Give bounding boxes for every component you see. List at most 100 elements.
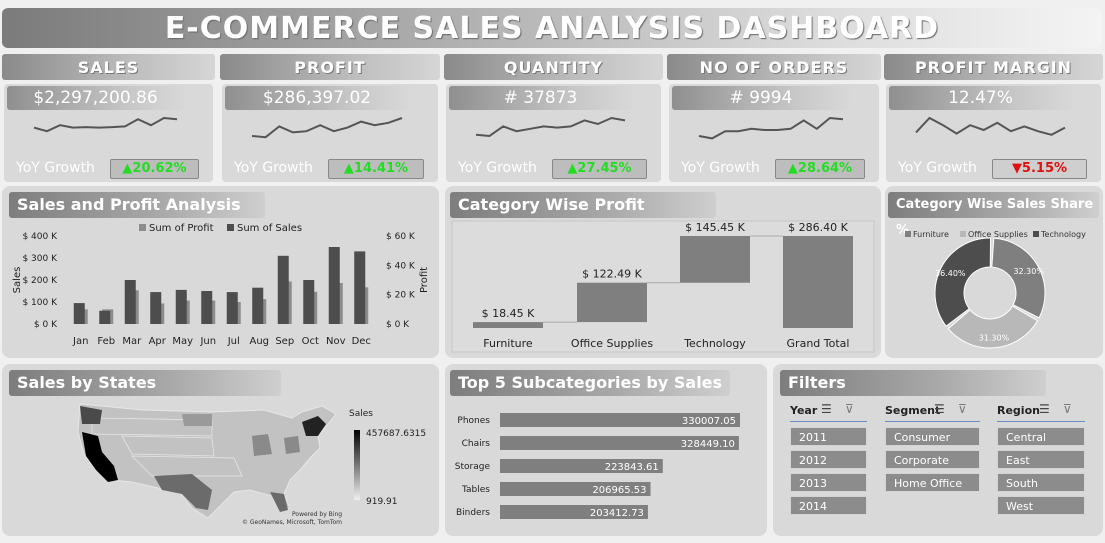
multi-select-icon[interactable]: ☰ bbox=[1039, 402, 1050, 416]
sales-bar-Jun bbox=[201, 291, 213, 324]
subcat-label-Storage: Storage bbox=[455, 462, 491, 472]
kpi-header-3: NO OF ORDERS bbox=[667, 54, 881, 80]
kpi-yoy-value-4: ▼5.15% bbox=[992, 159, 1087, 179]
map-legend-title: Sales bbox=[349, 409, 373, 419]
waterfall-bar-1 bbox=[577, 282, 647, 323]
filter-item-segment-home-office[interactable]: Home Office bbox=[885, 473, 980, 492]
left-tick-0: $ 400 K bbox=[22, 232, 58, 242]
kpi-value-3: # 9994 bbox=[672, 86, 850, 110]
kpi-sparkline-2 bbox=[475, 116, 626, 138]
clear-filter-icon[interactable]: ⊽ bbox=[958, 402, 967, 416]
subcategories-chart: Phones 330007.05 Chairs 328449.10 Storage 223… bbox=[455, 413, 740, 519]
clear-filter-icon[interactable]: ⊽ bbox=[1063, 402, 1072, 416]
sales-bar-Mar bbox=[124, 280, 136, 324]
sparkline-path-3 bbox=[698, 116, 844, 140]
map-legend-min: 919.91 bbox=[366, 497, 398, 507]
pie-slice-0 bbox=[991, 237, 1046, 319]
sparkline-path-0 bbox=[33, 116, 178, 133]
kpi-header-0: SALES bbox=[2, 54, 215, 80]
category-profit-title: Category Wise Profit bbox=[450, 192, 716, 218]
clear-filter-icon[interactable]: ⊽ bbox=[845, 402, 854, 416]
month-label-Jul: Jul bbox=[227, 336, 240, 347]
map-credit-geo: © GeoNames, Microsoft, TomTom bbox=[242, 519, 342, 526]
pie-legend-swatch-1 bbox=[960, 231, 966, 237]
filter-header-divider bbox=[885, 421, 980, 422]
subcat-value-Storage: 223843.61 bbox=[605, 462, 659, 473]
kpi-value-0: $2,297,200.86 bbox=[7, 86, 184, 110]
month-label-Apr: Apr bbox=[149, 336, 167, 347]
subcat-label-Phones: Phones bbox=[457, 416, 490, 426]
right-tick-1: $ 40 K bbox=[386, 261, 416, 271]
subcat-value-Chairs: 328449.10 bbox=[681, 439, 735, 450]
filter-item-year-2014[interactable]: 2014 bbox=[790, 496, 867, 515]
kpi-yoy-value-0: ▲20.62% bbox=[110, 159, 199, 179]
filter-item-region-south[interactable]: South bbox=[997, 473, 1085, 492]
kpi-sparkline-3 bbox=[698, 116, 844, 140]
sales-bar-Sep bbox=[277, 255, 289, 324]
subcat-value-Phones: 330007.05 bbox=[682, 416, 736, 427]
waterfall-bar-0 bbox=[473, 322, 543, 328]
kpi-value-1: $286,397.02 bbox=[225, 86, 409, 110]
waterfall-category-0: Furniture bbox=[483, 337, 533, 350]
filters-title: Filters bbox=[780, 370, 1046, 396]
waterfall-value-3: $ 286.40 K bbox=[788, 221, 848, 234]
sales-bar-Jan bbox=[73, 303, 85, 324]
filter-header-segment: Segment bbox=[885, 404, 941, 417]
legend-profit: Sum of Profit bbox=[149, 223, 214, 234]
filter-header-year: Year bbox=[790, 404, 818, 417]
filter-item-year-2012[interactable]: 2012 bbox=[790, 450, 867, 469]
pie-legend-swatch-0 bbox=[905, 231, 911, 237]
states-title: Sales by States bbox=[9, 370, 281, 396]
multi-select-icon[interactable]: ☰ bbox=[934, 402, 945, 416]
kpi-sparkline-0 bbox=[33, 116, 178, 133]
us-map[interactable]: Sales 457687.6315 919.91 Powered by Bing… bbox=[2, 396, 439, 536]
right-tick-2: $ 20 K bbox=[386, 291, 416, 301]
filter-item-region-central[interactable]: Central bbox=[997, 427, 1085, 446]
right-tick-3: $ 0 K bbox=[386, 320, 410, 330]
category-share-chart: Furniture Office Supplies Technology 32.30… bbox=[905, 230, 1086, 349]
sales-bar-Jul bbox=[226, 292, 238, 324]
kpi-yoy-label-1: YoY Growth bbox=[234, 160, 313, 176]
sales-bar-Aug bbox=[252, 287, 264, 324]
filter-item-year-2011[interactable]: 2011 bbox=[790, 427, 867, 446]
pie-value-2: 36.40% bbox=[935, 269, 966, 278]
kpi-header-4: PROFIT MARGIN bbox=[884, 54, 1103, 80]
filter-item-segment-consumer[interactable]: Consumer bbox=[885, 427, 980, 446]
filter-item-segment-corporate[interactable]: Corporate bbox=[885, 450, 980, 469]
month-label-Aug: Aug bbox=[249, 336, 269, 347]
filter-item-region-east[interactable]: East bbox=[997, 450, 1085, 469]
filter-item-year-2013[interactable]: 2013 bbox=[790, 473, 867, 492]
legend-swatch-sales bbox=[227, 224, 234, 231]
filter-header-divider bbox=[790, 421, 867, 422]
map-state-florida bbox=[270, 492, 288, 512]
subcategories-title: Top 5 Subcategories by Sales bbox=[450, 370, 730, 396]
filter-item-region-west[interactable]: West bbox=[997, 496, 1085, 515]
multi-select-icon[interactable]: ☰ bbox=[821, 402, 832, 416]
pie-legend-0: Furniture bbox=[913, 230, 949, 239]
month-label-Jan: Jan bbox=[72, 336, 88, 347]
map-credit-bing: Powered by Bing bbox=[292, 511, 342, 518]
waterfall-bar-2 bbox=[680, 236, 750, 283]
month-label-Oct: Oct bbox=[302, 336, 319, 347]
kpi-yoy-label-0: YoY Growth bbox=[16, 160, 95, 176]
left-tick-3: $ 100 K bbox=[22, 298, 58, 308]
category-profit-chart: $ 18.45 K Furniture $ 122.49 K Office Suppl… bbox=[451, 220, 875, 353]
waterfall-category-2: Technology bbox=[683, 337, 746, 350]
kpi-sparkline-4 bbox=[915, 116, 1066, 136]
sparkline-path-1 bbox=[251, 117, 403, 139]
month-label-Dec: Dec bbox=[352, 336, 371, 347]
subcat-label-Tables: Tables bbox=[461, 485, 490, 495]
sparkline-path-2 bbox=[475, 116, 626, 138]
subcat-label-Chairs: Chairs bbox=[462, 439, 491, 449]
pie-value-0: 32.30% bbox=[1013, 267, 1044, 276]
sales-bar-Feb bbox=[99, 310, 111, 324]
dashboard-title: E-COMMERCE SALES ANALYSIS DASHBOARD bbox=[2, 8, 1102, 48]
sales-bar-May bbox=[175, 289, 187, 324]
kpi-value-2: # 37873 bbox=[449, 86, 632, 110]
month-label-Feb: Feb bbox=[97, 336, 115, 347]
subcat-label-Binders: Binders bbox=[456, 508, 490, 518]
pie-legend-2: Technology bbox=[1040, 230, 1086, 239]
waterfall-value-2: $ 145.45 K bbox=[685, 221, 745, 234]
map-state-pa bbox=[284, 436, 300, 454]
filter-header-divider bbox=[997, 421, 1085, 422]
